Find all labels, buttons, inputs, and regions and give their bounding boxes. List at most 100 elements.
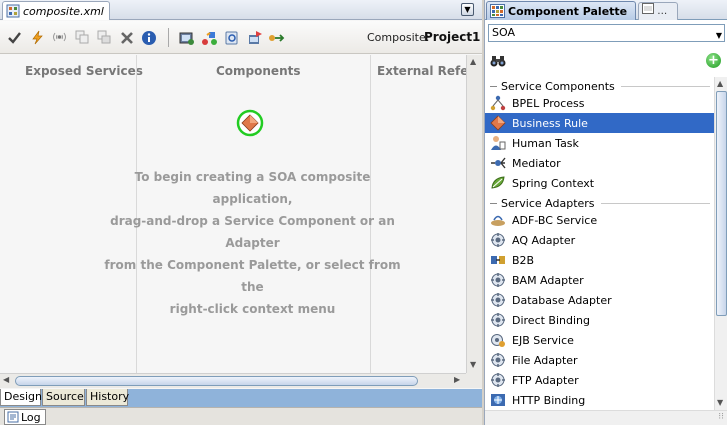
palette-tools: + [485, 48, 727, 74]
direct-binding-icon [490, 312, 506, 328]
editor-tab-strip: composite.xml ▼ [0, 0, 482, 20]
bpel-process-icon [490, 95, 506, 111]
canvas-hint-text: To begin creating a SOA composite applic… [95, 166, 410, 320]
ejb-service-icon [490, 332, 506, 348]
lane-title-exposed-services: Exposed Services [25, 64, 143, 78]
tab-list-dropdown-icon[interactable]: ▼ [461, 3, 474, 16]
tab-label: composite.xml [23, 4, 104, 18]
editor-view-tabs: Design Source History [0, 389, 482, 407]
ftp-adapter-icon [490, 372, 506, 388]
more-ellipsis-icon: … [657, 6, 668, 17]
palette-item-direct-binding[interactable]: Direct Binding [485, 310, 714, 330]
business-rule-drop-target-icon[interactable] [236, 109, 264, 137]
palette-item-http-binding[interactable]: HTTP Binding [485, 390, 714, 410]
palette-item-aq-adapter[interactable]: AQ Adapter [485, 230, 714, 250]
tab-log[interactable]: Log [4, 409, 46, 425]
composite-name: Project1 [424, 30, 481, 44]
section-title: Service Components [501, 79, 615, 93]
delete-icon[interactable] [118, 29, 135, 46]
scroll-up-icon[interactable]: ▲ [717, 79, 723, 88]
bam-adapter-icon [490, 272, 506, 288]
database-adapter-icon [490, 292, 506, 308]
lane-title-external-references: External Refere [377, 64, 466, 78]
lane-title-components: Components [216, 64, 301, 78]
palette-item-database-adapter[interactable]: Database Adapter [485, 290, 714, 310]
cut-icon[interactable] [96, 29, 113, 46]
hint-line: To begin creating a SOA composite applic… [134, 170, 371, 206]
palette-item-human-task[interactable]: Human Task [485, 133, 714, 153]
test-icon[interactable] [223, 29, 240, 46]
chevron-down-icon: ▼ [715, 31, 722, 40]
add-icon[interactable]: + [706, 53, 721, 68]
deploy-icon[interactable] [178, 29, 195, 46]
tab-design[interactable]: Design [0, 389, 42, 406]
aq-adapter-icon [490, 232, 506, 248]
tab-other-window[interactable]: … [638, 2, 678, 20]
human-task-icon [490, 135, 506, 151]
flow-icon[interactable] [268, 29, 285, 46]
palette-item-bam-adapter[interactable]: BAM Adapter [485, 270, 714, 290]
tab-source[interactable]: Source [42, 389, 85, 406]
scroll-down-icon[interactable]: ▼ [717, 398, 723, 407]
palette-vertical-scrollbar[interactable]: ▲ ▼ [714, 77, 727, 410]
tab-history[interactable]: History [86, 389, 129, 406]
info-icon[interactable] [140, 29, 157, 46]
binoculars-search-icon[interactable] [490, 54, 506, 68]
horizontal-scroll-thumb[interactable] [15, 376, 418, 386]
canvas-horizontal-scrollbar[interactable]: ◀ ▶ [0, 373, 466, 388]
palette-item-file-adapter[interactable]: File Adapter [485, 350, 714, 370]
toolbar-separator [168, 28, 169, 47]
resize-grip-icon: ⁝⁝ [718, 412, 724, 422]
lightning-icon[interactable] [29, 29, 46, 46]
palette-title: Component Palette [508, 4, 628, 18]
palette-item-bpel-process[interactable]: BPEL Process [485, 93, 714, 113]
scroll-down-icon[interactable]: ▼ [470, 360, 476, 369]
palette-item-b2b[interactable]: B2B [485, 250, 714, 270]
business-rule-icon [490, 115, 506, 131]
section-title: Service Adapters [501, 196, 595, 210]
editor-toolbar: Composite: Project1 [0, 21, 482, 54]
adf-bc-service-icon [490, 212, 506, 228]
hint-line: right-click context menu [169, 302, 336, 316]
palette-item-ftp-adapter[interactable]: FTP Adapter [485, 370, 714, 390]
palette-item-adf-bc-service[interactable]: ADF-BC Service [485, 210, 714, 230]
palette-grid-icon [490, 4, 505, 18]
composite-editor: composite.xml ▼ Composite: Project1 Expo… [0, 0, 482, 425]
palette-list: Service Components BPEL Process Business… [485, 77, 714, 410]
palette-tab-strip: Component Palette … [485, 0, 727, 20]
validate-check-icon[interactable] [6, 29, 23, 46]
scroll-right-icon[interactable]: ▶ [454, 375, 460, 384]
log-bar: Log [0, 407, 482, 425]
palette-category-value: SOA [492, 26, 515, 39]
composite-file-icon [6, 4, 20, 18]
scroll-left-icon[interactable]: ◀ [3, 375, 9, 384]
palette-item-mediator[interactable]: Mediator [485, 153, 714, 173]
palette-item-ejb-service[interactable]: EJB Service [485, 330, 714, 350]
hint-line: drag-and-drop a Service Component or an … [110, 214, 395, 250]
canvas-vertical-scrollbar[interactable]: ▲ ▼ [466, 55, 482, 373]
wire-icon[interactable] [51, 29, 68, 46]
tab-component-palette[interactable]: Component Palette [486, 1, 636, 20]
file-adapter-icon [490, 352, 506, 368]
mediator-icon [490, 155, 506, 171]
spring-context-icon [490, 175, 506, 191]
http-binding-icon [490, 392, 506, 408]
b2b-icon [490, 252, 506, 268]
tab-composite-xml[interactable]: composite.xml [2, 1, 110, 20]
palette-resize-grip[interactable]: ⁝⁝ [485, 410, 727, 425]
duplicate-icon[interactable] [74, 29, 91, 46]
create-components-icon[interactable] [201, 29, 218, 46]
palette-category-select[interactable]: SOA ▼ [488, 24, 725, 42]
composite-canvas[interactable]: Exposed Services Components External Ref… [0, 55, 466, 373]
window-icon [642, 3, 654, 14]
composite-label: Composite: [367, 31, 430, 44]
palette-item-business-rule[interactable]: Business Rule [485, 113, 714, 133]
hint-line: from the Component Palette, or select fr… [104, 258, 401, 294]
export-icon[interactable] [246, 29, 263, 46]
log-icon [7, 411, 19, 423]
scroll-corner [466, 373, 482, 388]
scroll-up-icon[interactable]: ▲ [470, 57, 476, 66]
palette-scroll-thumb[interactable] [716, 91, 727, 316]
log-tab-label: Log [21, 410, 41, 424]
palette-item-spring-context[interactable]: Spring Context [485, 173, 714, 193]
